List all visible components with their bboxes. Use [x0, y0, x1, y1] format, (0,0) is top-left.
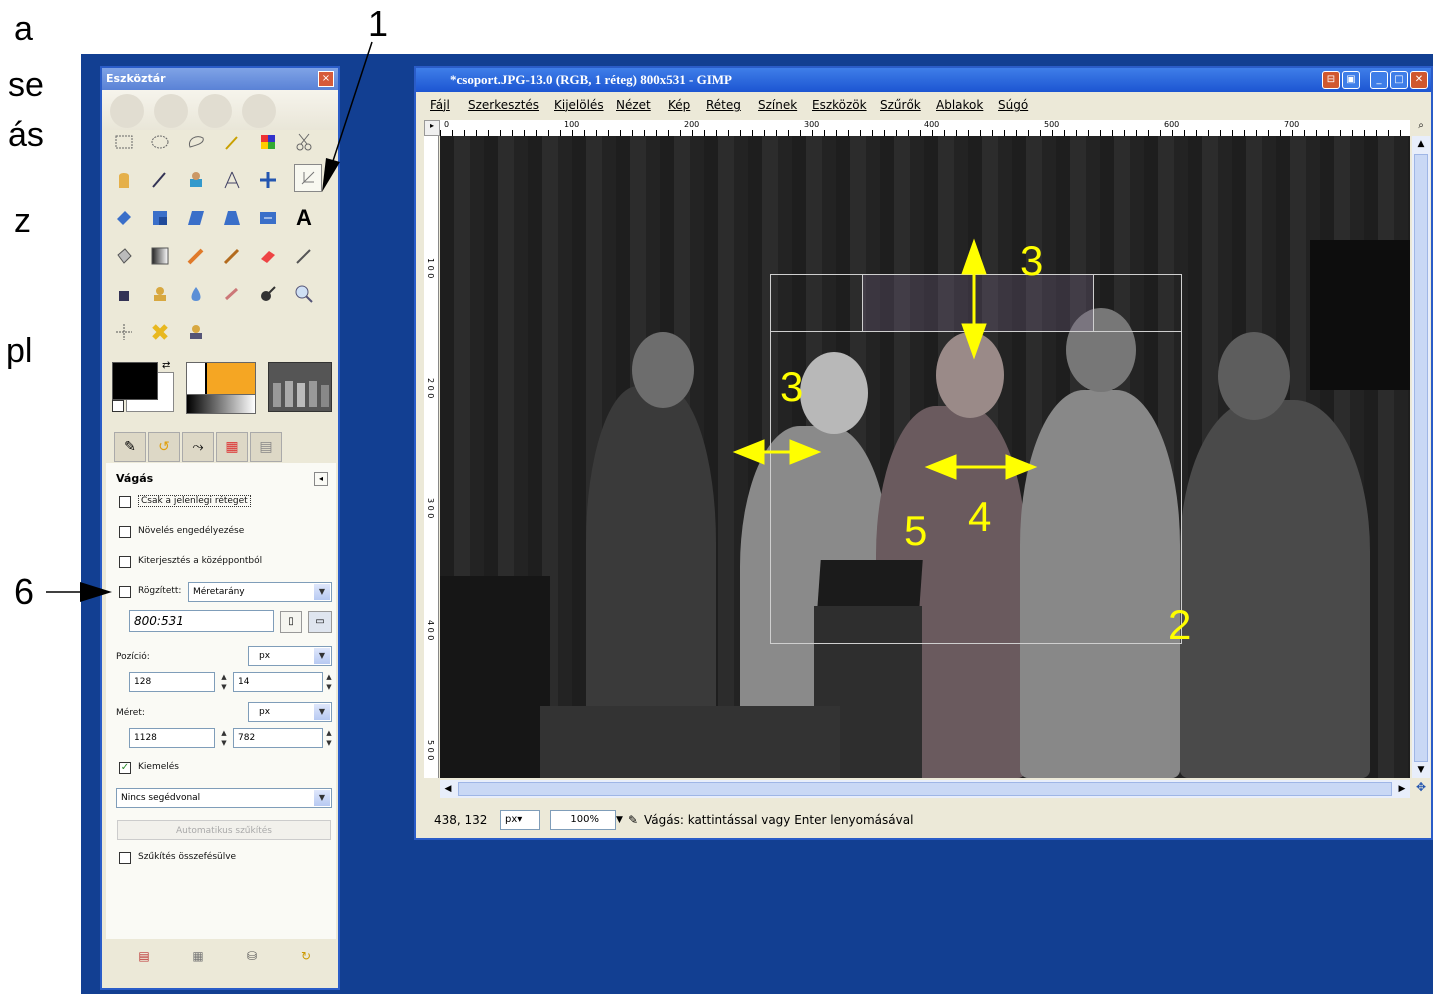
callout-1: 1	[368, 3, 389, 44]
callout-arrows	[46, 41, 373, 602]
callout-6: 6	[14, 571, 35, 612]
